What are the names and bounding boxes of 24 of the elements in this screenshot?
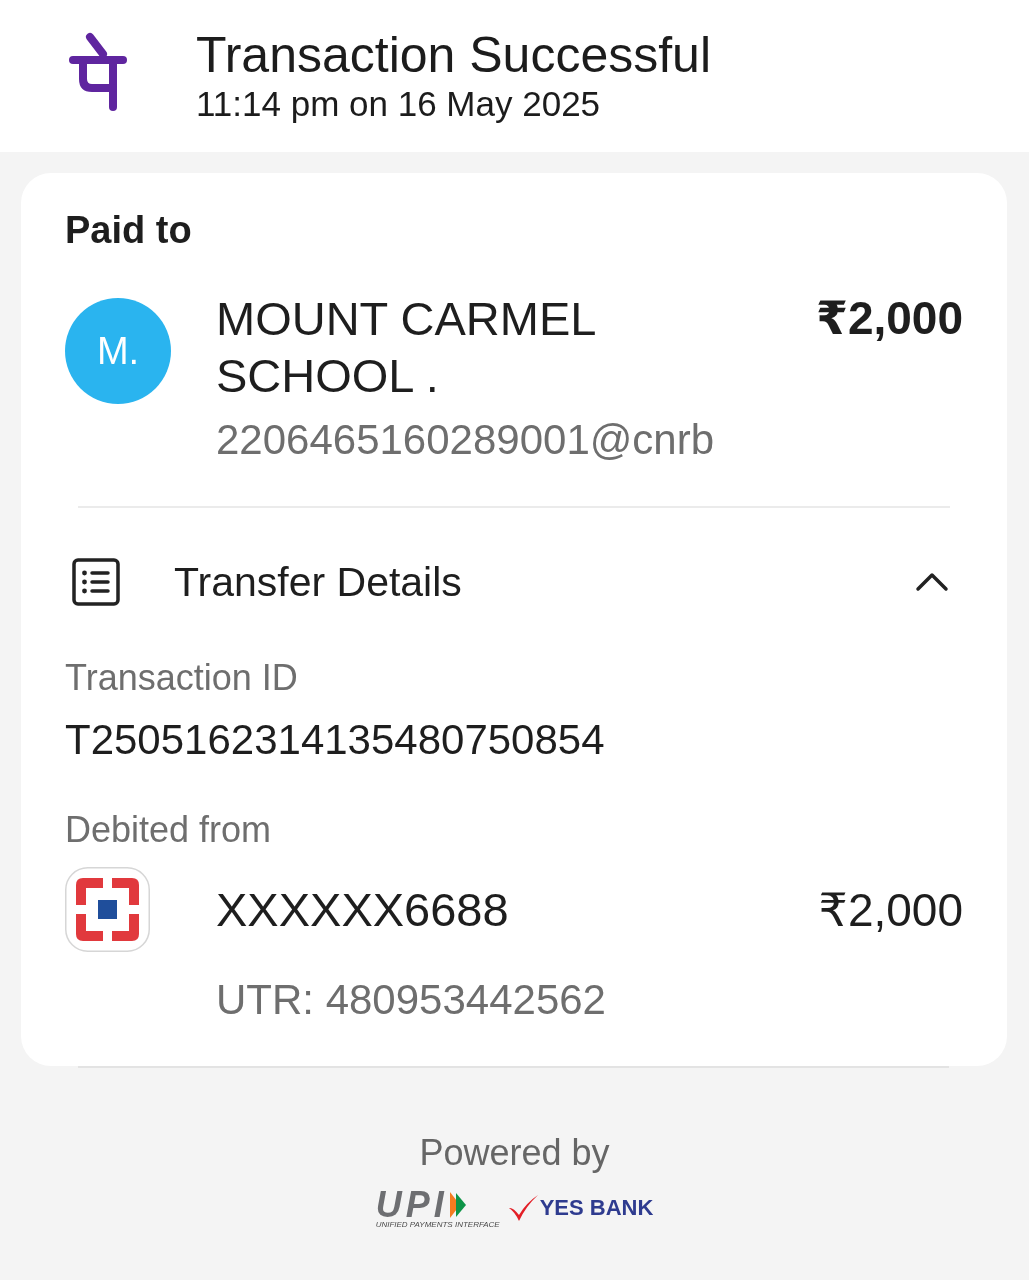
- powered-by-text: Powered by: [419, 1131, 610, 1175]
- upi-tagline: UNIFIED PAYMENTS INTERFACE: [375, 1220, 500, 1230]
- transaction-time: 11:14 pm on 16 May 2025: [196, 84, 601, 124]
- section-heading: Paid to: [65, 208, 192, 253]
- bank-logo-icon: [65, 867, 150, 952]
- field-value: T2505162314135480750854: [65, 715, 605, 765]
- page-title: Transaction Successful: [196, 27, 712, 83]
- upi-logo-text: UPI: [375, 1191, 448, 1219]
- chevron-up-icon[interactable]: [915, 572, 949, 592]
- paid-amount: ₹2,000: [815, 291, 963, 346]
- section-title: Transfer Details: [174, 558, 462, 607]
- account-number: XXXXXX6688: [216, 881, 509, 938]
- bank-logo-text: YES BANK: [539, 1195, 654, 1221]
- logo-icon: [68, 32, 128, 112]
- field-label: Debited from: [65, 808, 272, 852]
- utr-number: UTR: 480953442562: [216, 975, 606, 1025]
- avatar: M.: [65, 298, 171, 404]
- payee-upi-id: 2206465160289001@cnrb: [216, 415, 715, 465]
- arrow-icon: [449, 1192, 466, 1218]
- field-label: Transaction ID: [65, 656, 298, 700]
- debit-amount: ₹2,000: [818, 882, 963, 938]
- list-icon: [72, 558, 120, 606]
- tick-icon: [507, 1195, 538, 1221]
- payee-name: MOUNT CARMEL SCHOOL .: [216, 291, 596, 404]
